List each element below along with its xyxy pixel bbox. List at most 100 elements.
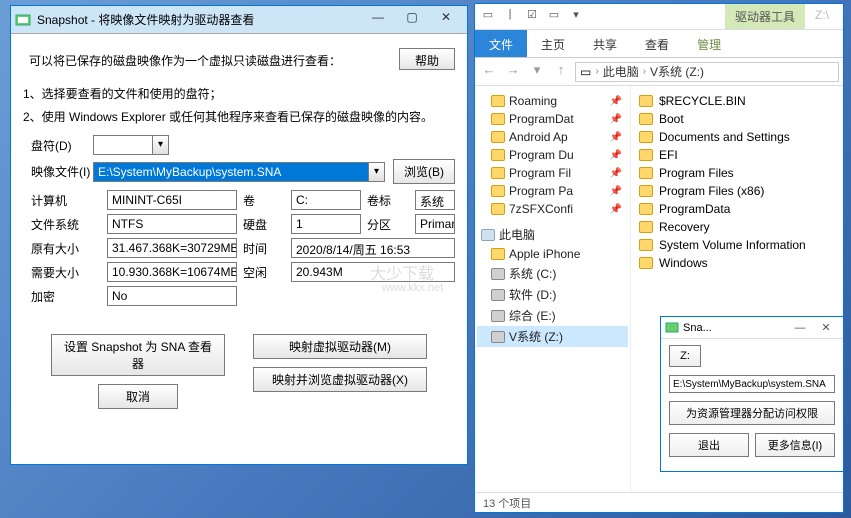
exit-button[interactable]: 退出 (669, 433, 749, 457)
drive-icon: ▭ (580, 65, 591, 79)
tree-quick-item[interactable]: 7zSFXConfi📌 (477, 200, 628, 218)
minimize-button[interactable]: — (361, 10, 395, 30)
breadcrumb[interactable]: ▭ › 此电脑 › V系统 (Z:) (575, 62, 839, 82)
browse-button[interactable]: 浏览(B) (393, 159, 455, 184)
maximize-button[interactable]: ▢ (395, 10, 429, 30)
drive-tools-tab[interactable]: 驱动器工具 (725, 4, 805, 29)
chevron-down-icon[interactable]: ▾ (369, 162, 385, 182)
close-button[interactable]: ✕ (429, 10, 463, 30)
sna-popup-titlebar[interactable]: Sna... — ✕ (661, 317, 843, 339)
breadcrumb-drive[interactable]: V系统 (Z:) (650, 63, 704, 80)
qat-dropdown-icon[interactable]: ▾ (567, 8, 585, 26)
file-name: $RECYCLE.BIN (659, 94, 746, 108)
tree-item-label: ProgramDat (509, 112, 574, 126)
file-name: Windows (659, 256, 708, 270)
file-list-item[interactable]: Boot (639, 110, 835, 128)
tab-view[interactable]: 查看 (631, 30, 683, 57)
file-list-item[interactable]: Program Files (x86) (639, 182, 835, 200)
required-size-value: 10.930.368K=10674MB (107, 262, 237, 282)
tree-quick-item[interactable]: Program Fil📌 (477, 164, 628, 182)
original-size-value: 31.467.368K=30729MB (107, 238, 237, 258)
tab-home[interactable]: 主页 (527, 30, 579, 57)
tree-item-label: 系统 (C:) (509, 265, 556, 282)
tab-file[interactable]: 文件 (475, 30, 527, 57)
file-list-item[interactable]: Recovery (639, 218, 835, 236)
file-name: EFI (659, 148, 678, 162)
back-button[interactable]: ← (479, 62, 499, 82)
computer-icon (481, 229, 495, 241)
tree-quick-item[interactable]: Android Ap📌 (477, 128, 628, 146)
tab-share[interactable]: 共享 (579, 30, 631, 57)
map-drive-button[interactable]: 映射虚拟驱动器(M) (253, 334, 427, 359)
folder-icon (491, 95, 505, 107)
tree-quick-item[interactable]: Program Du📌 (477, 146, 628, 164)
tree-quick-item[interactable]: Roaming📌 (477, 92, 628, 110)
recent-dropdown-icon[interactable]: ▾ (527, 62, 547, 82)
minimize-button[interactable]: — (787, 322, 813, 334)
step-1-text: 1、选择要查看的文件和使用的盘符； (23, 85, 455, 102)
chevron-down-icon[interactable]: ▾ (153, 135, 169, 155)
file-name: Boot (659, 112, 684, 126)
assign-access-button[interactable]: 为资源管理器分配访问权限 (669, 401, 835, 425)
file-list-item[interactable]: EFI (639, 146, 835, 164)
drive-letter-button[interactable]: Z: (669, 345, 701, 367)
free-label: 空闲 (243, 264, 285, 281)
properties-icon[interactable]: ☑ (523, 8, 541, 26)
filesystem-value: NTFS (107, 214, 237, 234)
set-sna-viewer-button[interactable]: 设置 Snapshot 为 SNA 查看器 (51, 334, 225, 376)
drive-letter-select[interactable] (93, 135, 153, 155)
tree-item-label: Roaming (509, 94, 557, 108)
tree-item-label: Program Pa (509, 184, 573, 198)
encryption-value: No (107, 286, 237, 306)
tree-thispc-header[interactable]: 此电脑 (477, 224, 628, 245)
partition-value: Primary 1 (415, 214, 455, 234)
forward-button[interactable]: → (503, 62, 523, 82)
folder-icon (639, 185, 653, 197)
tree-drive-item[interactable]: V系统 (Z:) (477, 326, 628, 347)
tab-manage[interactable]: 管理 (683, 30, 735, 57)
map-and-browse-button[interactable]: 映射并浏览虚拟驱动器(X) (253, 367, 427, 392)
explorer-ribbon: 文件 主页 共享 查看 管理 (475, 30, 843, 58)
filesystem-label: 文件系统 (31, 216, 101, 233)
file-list-item[interactable]: System Volume Information (639, 236, 835, 254)
file-list-item[interactable]: Documents and Settings (639, 128, 835, 146)
tree-drive-item[interactable]: 软件 (D:) (477, 284, 628, 305)
tree-drive-item[interactable]: Apple iPhone (477, 245, 628, 263)
file-list-item[interactable]: ProgramData (639, 200, 835, 218)
time-label: 时间 (243, 240, 285, 257)
snapshot-body: 可以将已保存的磁盘映像作为一个虚拟只读磁盘进行查看： 帮助 1、选择要查看的文件… (11, 34, 467, 423)
more-info-button[interactable]: 更多信息(I) (755, 433, 835, 457)
file-list-item[interactable]: Program Files (639, 164, 835, 182)
file-list-item[interactable]: Windows (639, 254, 835, 272)
help-button[interactable]: 帮助 (399, 48, 455, 70)
chevron-right-icon[interactable]: › (643, 66, 646, 77)
qat-separator: | (501, 8, 519, 26)
file-list-item[interactable]: $RECYCLE.BIN (639, 92, 835, 110)
tree-drive-item[interactable]: 系统 (C:) (477, 263, 628, 284)
close-button[interactable]: ✕ (813, 321, 839, 334)
snapshot-titlebar[interactable]: Snapshot - 将映像文件映射为驱动器查看 — ▢ ✕ (11, 6, 467, 34)
pin-icon: 📌 (610, 168, 622, 179)
original-size-label: 原有大小 (31, 240, 101, 257)
folder-icon (639, 113, 653, 125)
image-file-input[interactable] (93, 162, 369, 182)
explorer-status-bar: 13 个项目 (475, 492, 843, 512)
tree-item-label: 软件 (D:) (509, 286, 556, 303)
sna-path-input[interactable] (669, 375, 835, 393)
tree-drive-item[interactable]: 综合 (E:) (477, 305, 628, 326)
explorer-tree[interactable]: Roaming📌ProgramDat📌Android Ap📌Program Du… (475, 86, 631, 492)
encryption-label: 加密 (31, 288, 101, 305)
breadcrumb-thispc[interactable]: 此电脑 (603, 63, 639, 80)
cancel-button[interactable]: 取消 (98, 384, 178, 409)
pin-icon: 📌 (610, 204, 622, 215)
chevron-right-icon[interactable]: › (595, 66, 598, 77)
tree-item-label: 此电脑 (499, 226, 535, 243)
disk-value: 1 (291, 214, 361, 234)
tree-quick-item[interactable]: Program Pa📌 (477, 182, 628, 200)
folder-icon (639, 203, 653, 215)
tree-quick-item[interactable]: ProgramDat 📌 (477, 110, 628, 128)
pin-icon: 📌 (610, 114, 622, 125)
sna-popup-title: Sna... (683, 322, 787, 334)
up-button[interactable]: ↑ (551, 62, 571, 82)
tree-item-label: Android Ap (509, 130, 568, 144)
